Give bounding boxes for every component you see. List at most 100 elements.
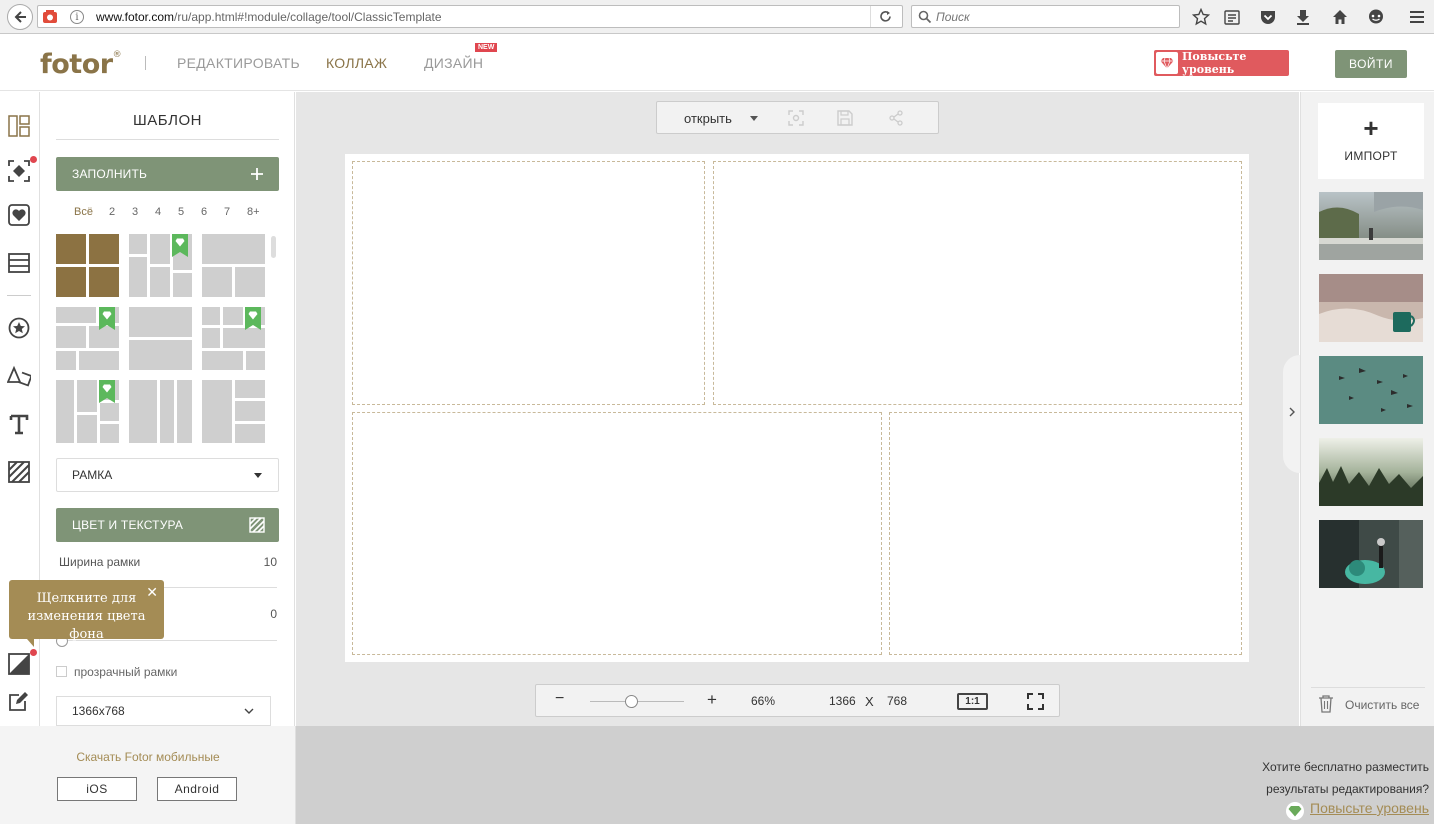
collapse-panel-tab[interactable]	[1283, 355, 1300, 473]
collage-cell[interactable]	[713, 161, 1242, 405]
template-thumb[interactable]	[202, 234, 265, 297]
color-texture-button[interactable]: ЦВЕТ И ТЕКСТУРА	[56, 508, 279, 542]
freestyle-icon[interactable]	[7, 159, 31, 183]
reload-icon[interactable]	[870, 6, 900, 27]
template-thumb[interactable]	[56, 307, 119, 370]
count-tab-3[interactable]: 3	[132, 206, 138, 218]
template-thumb[interactable]	[202, 307, 265, 370]
open-label: открыть	[684, 111, 732, 126]
browser-search[interactable]	[911, 5, 1180, 28]
collage-cell[interactable]	[889, 412, 1242, 655]
close-icon[interactable]: ✕	[146, 584, 158, 602]
canvas-height[interactable]: 768	[887, 694, 907, 708]
bookmark-star-icon[interactable]	[1190, 6, 1212, 28]
reading-list-icon[interactable]	[1221, 6, 1243, 28]
upgrade-button[interactable]: Повысьте уровень	[1154, 50, 1289, 76]
pattern-icon[interactable]	[7, 460, 31, 484]
template-thumb[interactable]	[56, 380, 119, 443]
download-icon[interactable]	[1292, 6, 1314, 28]
url-text: www.fotor.com/ru/app.html#!module/collag…	[96, 10, 442, 24]
info-icon[interactable]: i	[70, 10, 84, 24]
size-select[interactable]: 1366x768	[56, 696, 271, 726]
nav-design[interactable]: ДИЗАЙН	[424, 55, 483, 71]
count-tab-7[interactable]: 7	[224, 206, 230, 218]
layout-icon[interactable]	[7, 251, 31, 275]
caret-down-icon	[254, 473, 262, 478]
site-favicon-icon	[42, 9, 58, 25]
template-thumb[interactable]	[202, 380, 265, 443]
photo-thumb[interactable]	[1319, 274, 1423, 342]
border-width-value: 10	[263, 555, 277, 569]
border-width-row: Ширина рамки 10	[59, 555, 277, 569]
open-button[interactable]: открыть	[684, 111, 758, 126]
shapes-icon[interactable]	[7, 364, 31, 388]
diamond-icon	[1156, 52, 1178, 74]
edit-note-icon[interactable]	[7, 689, 31, 713]
header-divider	[145, 56, 146, 70]
clear-divider	[1311, 687, 1425, 688]
search-icon	[918, 10, 932, 24]
count-tab-all[interactable]: Всё	[74, 206, 93, 218]
diamond-icon	[1286, 802, 1304, 820]
count-tab-6[interactable]: 6	[201, 206, 207, 218]
texture-icon	[249, 517, 265, 533]
pocket-icon[interactable]	[1257, 6, 1279, 28]
count-tab-5[interactable]: 5	[178, 206, 184, 218]
home-icon[interactable]	[1329, 6, 1351, 28]
template-thumb[interactable]	[56, 234, 119, 297]
mobile-download-text[interactable]: Скачать Fotor мобильные	[0, 750, 296, 764]
template-thumb[interactable]	[129, 380, 192, 443]
count-tab-2[interactable]: 2	[109, 206, 115, 218]
frame-select[interactable]: РАМКА	[56, 458, 279, 492]
photo-thumb[interactable]	[1319, 438, 1423, 506]
address-bar[interactable]: i www.fotor.com/ru/app.html#!module/coll…	[37, 5, 903, 28]
transparent-checkbox[interactable]	[56, 666, 67, 677]
import-button[interactable]: + ИМПОРТ	[1318, 103, 1424, 179]
save-icon[interactable]	[837, 110, 853, 126]
menu-icon[interactable]	[1406, 6, 1428, 28]
count-tab-8plus[interactable]: 8+	[247, 206, 260, 218]
fullscreen-icon[interactable]	[1027, 693, 1044, 713]
chat-icon[interactable]	[1365, 6, 1387, 28]
zoom-in-button[interactable]: +	[707, 690, 717, 710]
color-texture-label: ЦВЕТ И ТЕКСТУРА	[72, 518, 184, 532]
login-button[interactable]: ВОЙТИ	[1335, 50, 1407, 78]
photo-thumb[interactable]	[1319, 356, 1423, 424]
promo-line-2: результаты редактирования?	[1266, 782, 1429, 796]
template-thumb[interactable]	[129, 307, 192, 370]
trash-icon	[1319, 695, 1333, 713]
back-arrow-icon[interactable]	[7, 4, 33, 30]
browser-search-input[interactable]	[936, 9, 1166, 25]
zoom-slider-knob[interactable]	[625, 695, 638, 708]
actual-size-button[interactable]: 1:1	[957, 693, 988, 710]
background-color-tooltip: Щелкните для изменения цвета фона ✕	[9, 580, 164, 647]
share-icon[interactable]	[888, 110, 904, 126]
collage-cell[interactable]	[352, 412, 882, 655]
count-tab-4[interactable]: 4	[155, 206, 161, 218]
template-thumb[interactable]	[129, 234, 192, 297]
canvas-width[interactable]: 1366	[829, 694, 856, 708]
text-icon[interactable]	[7, 412, 31, 436]
sticker-icon[interactable]	[7, 203, 31, 227]
plus-icon	[249, 166, 265, 182]
promo-upgrade-link[interactable]: Повысьте уровень	[1310, 800, 1429, 816]
zoom-out-button[interactable]: −	[555, 690, 564, 708]
android-button[interactable]: Android	[157, 777, 237, 801]
nav-collage[interactable]: КОЛЛАЖ	[326, 55, 387, 71]
photo-thumb[interactable]	[1319, 520, 1423, 588]
star-clipart-icon[interactable]	[7, 316, 31, 340]
template-icon[interactable]	[7, 114, 31, 138]
nav-edit[interactable]: РЕДАКТИРОВАТЬ	[177, 55, 300, 71]
template-scrollbar[interactable]	[271, 236, 276, 258]
background-color-icon[interactable]	[7, 652, 31, 676]
collage-cell[interactable]	[352, 161, 705, 405]
screenshot-icon[interactable]	[788, 110, 804, 126]
tooltip-line-1: Щелкните для	[36, 591, 137, 606]
fill-button[interactable]: ЗАПОЛНИТЬ	[56, 157, 279, 191]
photo-thumb[interactable]	[1319, 192, 1423, 260]
rounding-value: 0	[270, 607, 277, 621]
rail-divider	[7, 295, 31, 296]
fotor-logo[interactable]: fotor®	[40, 49, 122, 80]
ios-button[interactable]: iOS	[57, 777, 137, 801]
clear-all-label: Очистить все	[1345, 698, 1420, 712]
